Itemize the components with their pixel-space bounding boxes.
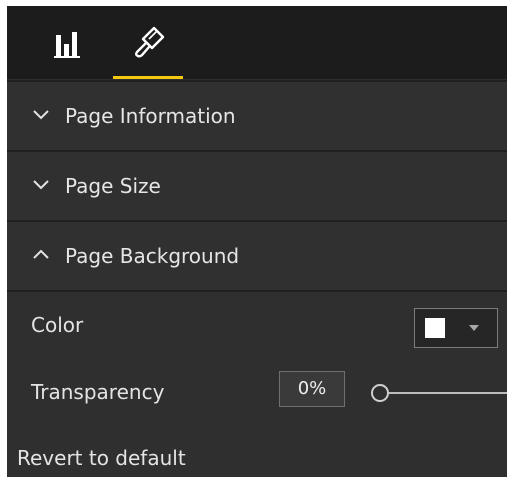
transparency-label: Transparency <box>31 380 165 404</box>
slider-track <box>385 392 507 394</box>
color-picker[interactable] <box>414 308 498 348</box>
transparency-input[interactable]: 0% <box>279 371 345 407</box>
bar-chart-icon <box>54 32 80 58</box>
slider-thumb[interactable] <box>371 384 389 402</box>
chevron-down-icon <box>33 110 49 120</box>
panel-toolbar <box>7 6 507 79</box>
chevron-down-icon <box>33 180 49 190</box>
section-page-background[interactable]: Page Background <box>7 220 507 290</box>
section-label: Page Size <box>65 174 161 198</box>
section-page-information[interactable]: Page Information <box>7 80 507 150</box>
revert-to-default-link[interactable]: Revert to default <box>17 446 186 470</box>
format-tab[interactable] <box>113 6 183 79</box>
section-divider <box>7 290 507 292</box>
section-label: Page Information <box>65 104 236 128</box>
paint-roller-icon <box>135 26 165 58</box>
section-page-size[interactable]: Page Size <box>7 150 507 220</box>
color-swatch <box>425 318 445 338</box>
color-label: Color <box>31 313 84 337</box>
fields-tab[interactable] <box>45 6 89 79</box>
visualizations-format-panel: Page Information Page Size Page Backgrou… <box>7 6 507 477</box>
caret-down-icon <box>469 325 479 331</box>
active-tab-indicator <box>113 76 183 79</box>
transparency-slider[interactable] <box>367 378 507 408</box>
chevron-up-icon <box>33 249 49 259</box>
section-label: Page Background <box>65 244 240 268</box>
